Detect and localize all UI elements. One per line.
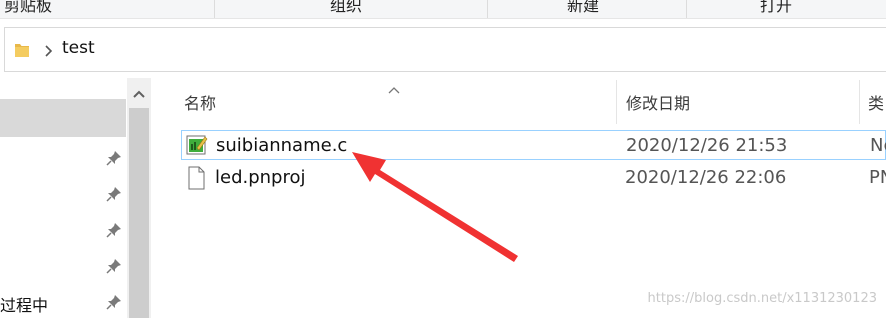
file-row[interactable]: led.pnproj 2020/12/26 22:06 PN xyxy=(181,163,886,193)
folder-icon xyxy=(14,41,30,63)
column-header-date-modified[interactable]: 修改日期 xyxy=(626,90,690,114)
file-explorer-window: 剪贴板 组织 新建 打开 test 过程中 名称 修改日期 类 suibiann… xyxy=(0,0,886,318)
file-date-modified: 2020/12/26 22:06 xyxy=(625,167,787,188)
pin-icon[interactable] xyxy=(106,150,122,170)
file-type: PN xyxy=(869,167,886,188)
sort-ascending-icon xyxy=(387,80,401,99)
file-name: suibianname.c xyxy=(216,135,348,156)
pin-icon[interactable] xyxy=(106,258,122,278)
breadcrumb-folder[interactable]: test xyxy=(62,38,95,58)
nav-item-selected[interactable] xyxy=(0,99,126,137)
file-date-modified: 2020/12/26 21:53 xyxy=(626,135,788,156)
scroll-up-arrow-icon[interactable] xyxy=(127,82,151,106)
column-divider[interactable] xyxy=(859,80,860,124)
blank-file-icon xyxy=(185,166,207,194)
column-divider[interactable] xyxy=(616,80,617,124)
ribbon-separator xyxy=(686,0,687,18)
ribbon-group-open: 打开 xyxy=(760,0,793,15)
ribbon-group-clipboard: 剪贴板 xyxy=(4,0,53,15)
file-name: led.pnproj xyxy=(215,167,306,188)
ribbon-group-new: 新建 xyxy=(567,0,600,15)
pin-icon[interactable] xyxy=(106,186,122,206)
ribbon-group-labels: 剪贴板 组织 新建 打开 xyxy=(0,0,886,19)
column-header-type[interactable]: 类 xyxy=(868,90,884,114)
c-source-file-icon xyxy=(186,134,208,160)
address-bar[interactable]: test xyxy=(4,27,886,72)
nav-item-label[interactable]: 过程中 xyxy=(0,292,48,316)
file-type: Nc xyxy=(870,135,886,156)
ribbon-separator xyxy=(214,0,215,18)
scrollbar-thumb[interactable] xyxy=(129,108,149,318)
pin-icon[interactable] xyxy=(106,222,122,242)
nav-scrollbar[interactable] xyxy=(127,78,151,318)
pin-icon[interactable] xyxy=(106,294,122,314)
ribbon-separator xyxy=(487,0,488,18)
chevron-right-icon[interactable] xyxy=(43,43,53,62)
ribbon-group-organize: 组织 xyxy=(330,0,363,15)
navigation-pane: 过程中 xyxy=(0,78,152,318)
watermark-text: https://blog.csdn.net/x1131230123 xyxy=(647,291,877,306)
red-arrow-icon xyxy=(340,140,530,269)
column-header-name[interactable]: 名称 xyxy=(184,90,216,114)
file-row[interactable]: suibianname.c 2020/12/26 21:53 Nc xyxy=(181,130,886,160)
